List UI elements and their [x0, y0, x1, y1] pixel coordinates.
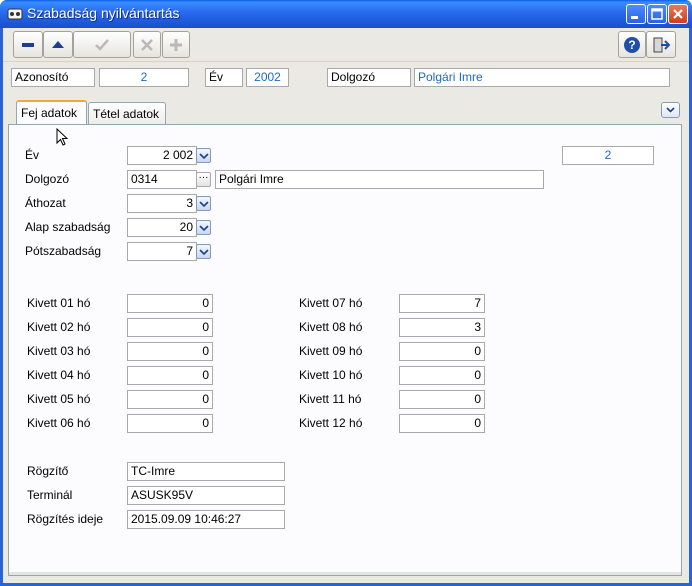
- help-icon: ?: [624, 36, 640, 53]
- kivett-09-label: Kivett 09 hó: [299, 344, 363, 358]
- close-button[interactable]: [668, 4, 688, 24]
- cancel-button[interactable]: [133, 31, 161, 58]
- dolgozo-code-input[interactable]: 0314: [127, 170, 197, 189]
- chevron-down-icon: [199, 225, 209, 232]
- rogzito-field: TC-Imre: [127, 462, 285, 481]
- maximize-button[interactable]: [647, 4, 667, 24]
- app-window: Szabadság nyilvántartás ? Azonosító 2 Év…: [0, 0, 692, 586]
- check-icon: [95, 38, 109, 51]
- dolgozo-value: Polgári Imre: [414, 68, 670, 87]
- kivett-04-label: Kivett 04 hó: [27, 368, 91, 382]
- close-icon: [673, 9, 683, 19]
- kivett-11-input[interactable]: 0: [399, 390, 485, 409]
- up-arrow-icon: [52, 40, 64, 48]
- azonosito-label: Azonosító: [11, 68, 95, 87]
- fej-adatok-panel: Év 2 002 2 Dolgozó 0314 ··· Polgári Imre…: [8, 124, 682, 576]
- potszabadsag-input[interactable]: 7: [127, 242, 197, 261]
- kivett-11-label: Kivett 11 hó: [299, 392, 362, 406]
- kivett-02-label: Kivett 02 hó: [27, 320, 91, 334]
- ev-label: Év: [205, 68, 243, 87]
- athozat-dropdown-button[interactable]: [196, 196, 211, 211]
- alap-szabadsag-dropdown-button[interactable]: [196, 220, 211, 235]
- dolgozo-label: Dolgozó: [327, 68, 411, 87]
- dolgozo-lookup-button[interactable]: ···: [196, 172, 211, 187]
- kivett-08-label: Kivett 08 hó: [299, 320, 363, 334]
- kivett-01-label: Kivett 01 hó: [27, 296, 91, 310]
- toolbar: ?: [3, 28, 689, 62]
- kivett-10-label: Kivett 10 hó: [299, 368, 363, 382]
- kivett-10-input[interactable]: 0: [399, 366, 485, 385]
- help-button[interactable]: ?: [618, 31, 646, 58]
- ev-field-label: Év: [25, 148, 40, 162]
- dolgozo-field-label: Dolgozó: [25, 172, 70, 186]
- kivett-12-input[interactable]: 0: [399, 414, 485, 433]
- delete-record-button[interactable]: [13, 31, 43, 58]
- kivett-05-label: Kivett 05 hó: [27, 392, 91, 406]
- tab-fej-adatok[interactable]: Fej adatok: [16, 100, 87, 125]
- kivett-12-label: Kivett 12 hó: [299, 416, 363, 430]
- minimize-icon: [631, 16, 638, 19]
- athozat-input[interactable]: 3: [127, 194, 197, 213]
- rogzito-label: Rögzítő: [27, 464, 69, 478]
- kivett-09-input[interactable]: 0: [399, 342, 485, 361]
- tab-tetel-adatok[interactable]: Tétel adatok: [88, 102, 166, 125]
- minus-icon: [22, 42, 34, 47]
- exit-icon: [653, 37, 670, 52]
- ev-dropdown-button[interactable]: [196, 148, 211, 163]
- save-button[interactable]: [73, 31, 131, 58]
- kivett-07-input[interactable]: 7: [399, 294, 485, 313]
- minimize-button[interactable]: [626, 4, 646, 24]
- add-record-button[interactable]: [162, 31, 190, 58]
- potszabadsag-label: Pótszabadság: [25, 244, 102, 258]
- chevron-down-icon: [199, 249, 209, 256]
- app-icon: [7, 8, 23, 20]
- dolgozo-name-field: Polgári Imre: [215, 170, 544, 189]
- x-icon: [141, 38, 153, 51]
- azonosito-value: 2: [99, 68, 189, 87]
- ev-value: 2002: [246, 68, 289, 87]
- terminal-label: Terminál: [27, 488, 73, 502]
- kivett-05-input[interactable]: 0: [127, 390, 213, 409]
- plus-icon: [170, 38, 182, 51]
- client-area: ? Azonosító 2 Év 2002 Dolgozó Polgári Im…: [3, 28, 689, 583]
- chevron-down-icon: [199, 153, 209, 160]
- id-display: 2: [562, 146, 654, 165]
- rogzites-ideje-field: 2015.09.09 10:46:27: [127, 510, 285, 529]
- kivett-04-input[interactable]: 0: [127, 366, 213, 385]
- kivett-03-label: Kivett 03 hó: [27, 344, 91, 358]
- athozat-label: Áthozat: [25, 196, 66, 210]
- mouse-cursor-icon: [56, 128, 69, 146]
- expand-button[interactable]: [661, 102, 680, 118]
- maximize-icon: [651, 8, 663, 20]
- tab-container: Fej adatok Tétel adatok Év 2 002 2 Dolgo…: [8, 100, 682, 578]
- kivett-06-input[interactable]: 0: [127, 414, 213, 433]
- kivett-01-input[interactable]: 0: [127, 294, 213, 313]
- kivett-03-input[interactable]: 0: [127, 342, 213, 361]
- potszabadsag-dropdown-button[interactable]: [196, 244, 211, 259]
- kivett-07-label: Kivett 07 hó: [299, 296, 363, 310]
- title-bar[interactable]: Szabadság nyilvántartás: [0, 0, 692, 28]
- chevron-down-icon: [199, 201, 209, 208]
- kivett-06-label: Kivett 06 hó: [27, 416, 91, 430]
- alap-szabadsag-label: Alap szabadság: [25, 220, 111, 234]
- alap-szabadsag-input[interactable]: 20: [127, 218, 197, 237]
- svg-text:?: ?: [628, 38, 635, 52]
- kivett-08-input[interactable]: 3: [399, 318, 485, 337]
- chevron-down-icon: [666, 107, 675, 113]
- window-title: Szabadság nyilvántartás: [27, 5, 180, 21]
- previous-record-button[interactable]: [43, 31, 73, 58]
- ellipsis-icon: ···: [198, 172, 209, 183]
- rogzites-ideje-label: Rögzítés ideje: [27, 512, 104, 526]
- ev-input[interactable]: 2 002: [127, 146, 197, 165]
- kivett-02-input[interactable]: 0: [127, 318, 213, 337]
- exit-button[interactable]: [646, 31, 676, 58]
- terminal-field: ASUSK95V: [127, 486, 285, 505]
